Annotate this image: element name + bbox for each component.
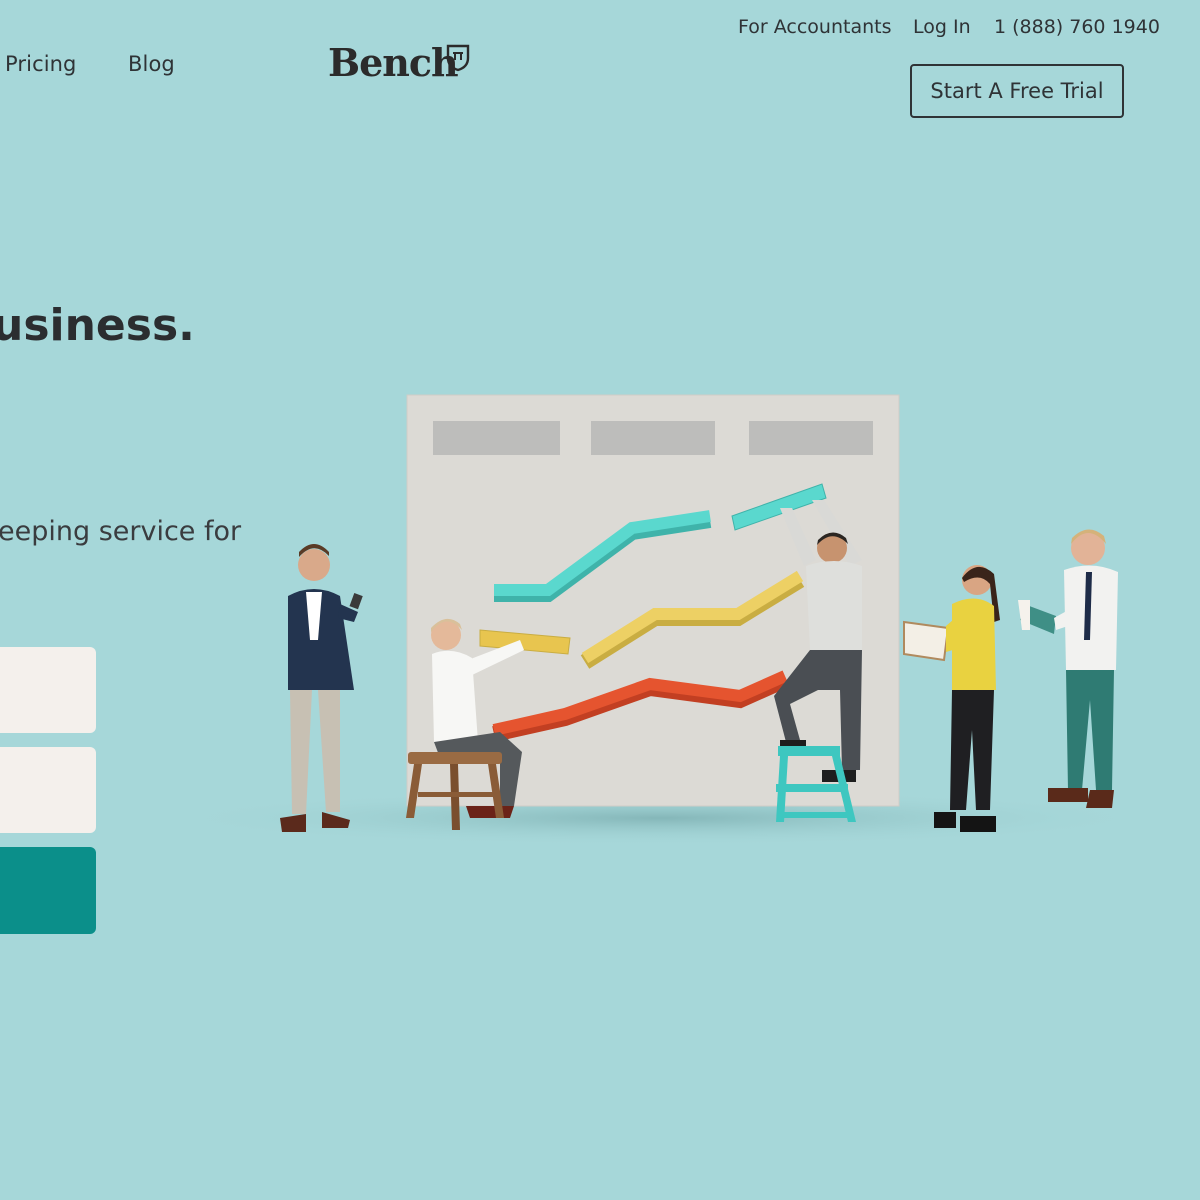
board-label-block-1 (433, 421, 560, 455)
board-label-block-3 (749, 421, 873, 455)
person-man-with-phone (280, 544, 363, 832)
clipboard (903, 620, 950, 662)
hero-illustration (160, 394, 1160, 846)
board-label-block-2 (591, 421, 715, 455)
person-woman-with-clipboard (903, 565, 1000, 832)
person-man-with-book (1018, 529, 1118, 808)
